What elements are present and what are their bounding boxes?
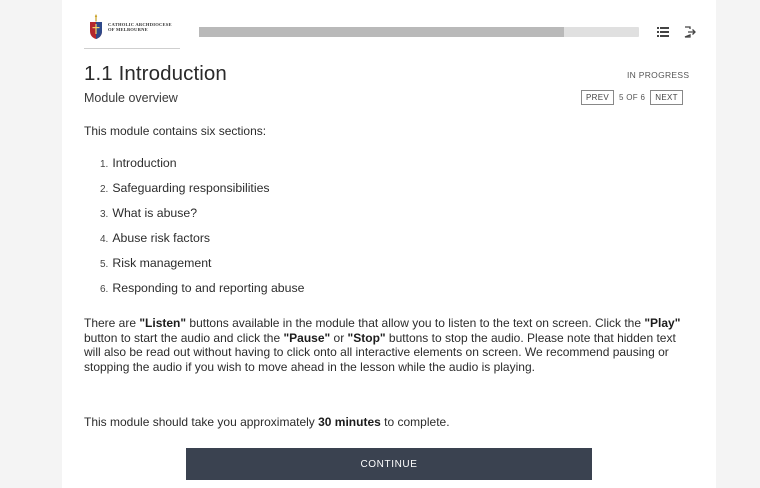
exit-button[interactable]: [682, 24, 698, 40]
lesson-title: 1.1 Introduction: [84, 62, 227, 85]
para-text: buttons available in the module that all…: [186, 316, 645, 330]
audio-instructions: There are "Listen" buttons available in …: [84, 316, 694, 374]
list-number: 2.: [100, 184, 109, 195]
para-text: There are: [84, 316, 140, 330]
list-item: 5. Risk management: [100, 256, 304, 281]
progress-fill: [199, 27, 565, 37]
duration-value: 30 minutes: [318, 415, 381, 429]
crest-icon: [90, 14, 102, 39]
list-label: Introduction: [112, 156, 177, 170]
archdiocese-logo[interactable]: CATHOLIC ARCHDIOCESE OF MELBOURNE: [88, 12, 184, 42]
lesson-progress-bar: [199, 27, 639, 37]
list-label: What is abuse?: [112, 206, 198, 220]
list-number: 3.: [100, 209, 109, 220]
intro-text: This module contains six sections:: [84, 124, 267, 138]
duration-prefix: This module should take you approximatel…: [84, 415, 319, 429]
list-number: 5.: [100, 259, 109, 270]
status-badge: IN PROGRESS: [627, 70, 690, 80]
sections-list: 1. Introduction 2. Safeguarding responsibi…: [100, 156, 304, 306]
menu-button[interactable]: [655, 24, 671, 40]
list-item: 1. Introduction: [100, 156, 304, 181]
exit-icon: [684, 26, 696, 38]
list-label: Responding to and reporting abuse: [112, 281, 305, 295]
list-number: 4.: [100, 234, 109, 245]
duration-text: This module should take you approximatel…: [84, 415, 450, 429]
list-number: 6.: [100, 284, 109, 295]
list-label: Risk management: [112, 256, 212, 270]
lesson-subtitle: Module overview: [84, 91, 178, 105]
play-keyword: "Play": [644, 316, 681, 330]
para-text: or: [330, 330, 348, 345]
pager: PREV 5 OF 6 NEXT: [581, 90, 683, 105]
list-label: Abuse risk factors: [112, 231, 211, 245]
page-count: 5 OF 6: [619, 93, 646, 102]
logo-divider: [84, 48, 180, 49]
list-number: 1.: [100, 159, 109, 170]
list-label: Safeguarding responsibilities: [112, 181, 270, 195]
header: CATHOLIC ARCHDIOCESE OF MELBOURNE: [62, 0, 716, 52]
lesson-page: CATHOLIC ARCHDIOCESE OF MELBOURNE 1.1 In…: [62, 0, 716, 488]
stop-keyword: "Stop": [347, 330, 386, 345]
pause-keyword: "Pause": [283, 330, 331, 345]
logo-text: CATHOLIC ARCHDIOCESE OF MELBOURNE: [108, 21, 172, 33]
list-item: 4. Abuse risk factors: [100, 231, 304, 256]
list-icon: [657, 27, 669, 37]
continue-button[interactable]: CONTINUE: [186, 448, 592, 480]
list-item: 2. Safeguarding responsibilities: [100, 181, 304, 206]
listen-keyword: "Listen": [139, 316, 187, 330]
para-text: button to start the audio and click the: [84, 330, 284, 345]
prev-button[interactable]: PREV: [581, 90, 614, 105]
next-button[interactable]: NEXT: [650, 90, 683, 105]
list-item: 6. Responding to and reporting abuse: [100, 281, 304, 306]
list-item: 3. What is abuse?: [100, 206, 304, 231]
duration-suffix: to complete.: [380, 415, 450, 429]
